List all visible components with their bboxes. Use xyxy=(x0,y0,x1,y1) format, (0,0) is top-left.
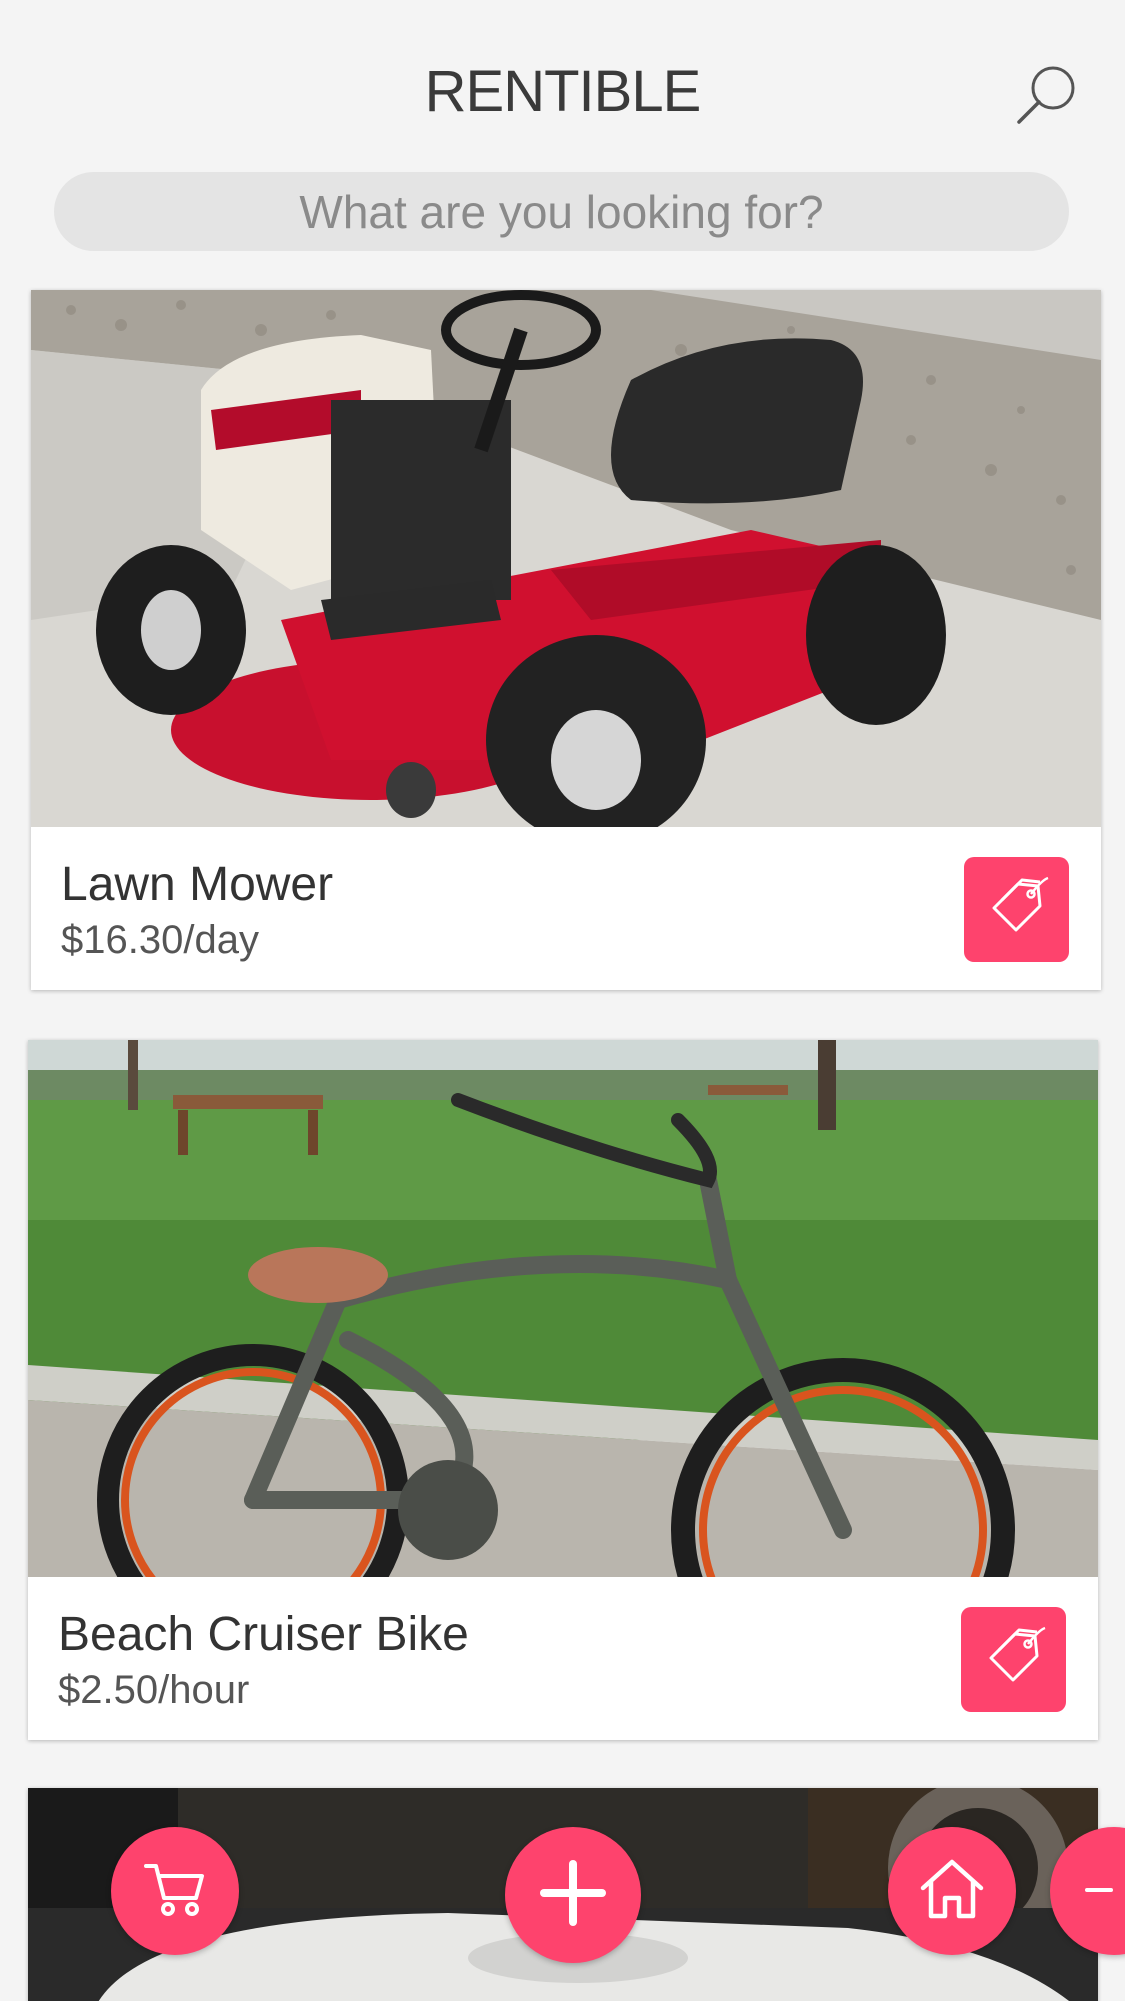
listing-price: $2.50/hour xyxy=(58,1668,250,1712)
listing-price: $16.30/day xyxy=(61,918,259,962)
cart-icon xyxy=(140,1854,210,1929)
minus-icon xyxy=(1085,1882,1115,1900)
search-icon[interactable] xyxy=(1013,62,1079,128)
home-button[interactable] xyxy=(888,1827,1016,1955)
rent-button[interactable] xyxy=(961,1607,1066,1712)
listing-title: Lawn Mower xyxy=(61,858,334,911)
app-screen: RENTIBLE What are you looking for? Lawn … xyxy=(0,0,1125,2001)
search-input[interactable] xyxy=(54,172,1069,251)
home-icon xyxy=(917,1854,987,1929)
cart-button[interactable] xyxy=(111,1827,239,1955)
listing-image xyxy=(31,290,1101,827)
tag-icon xyxy=(982,872,1052,947)
app-title: RENTIBLE xyxy=(424,59,702,124)
add-listing-button[interactable] xyxy=(505,1827,641,1963)
rent-button[interactable] xyxy=(964,857,1069,962)
listing-card[interactable]: Beach Cruiser Bike $2.50/hour xyxy=(28,1040,1098,1740)
listing-card[interactable]: Lawn Mower $16.30/day xyxy=(31,290,1101,990)
tag-icon xyxy=(979,1622,1049,1697)
listing-info: Lawn Mower $16.30/day xyxy=(31,827,1101,990)
listing-info: Beach Cruiser Bike $2.50/hour xyxy=(28,1577,1098,1740)
listing-title: Beach Cruiser Bike xyxy=(58,1608,469,1661)
listing-image xyxy=(28,1040,1098,1577)
header: RENTIBLE xyxy=(0,0,1125,160)
plus-icon xyxy=(538,1858,608,1933)
